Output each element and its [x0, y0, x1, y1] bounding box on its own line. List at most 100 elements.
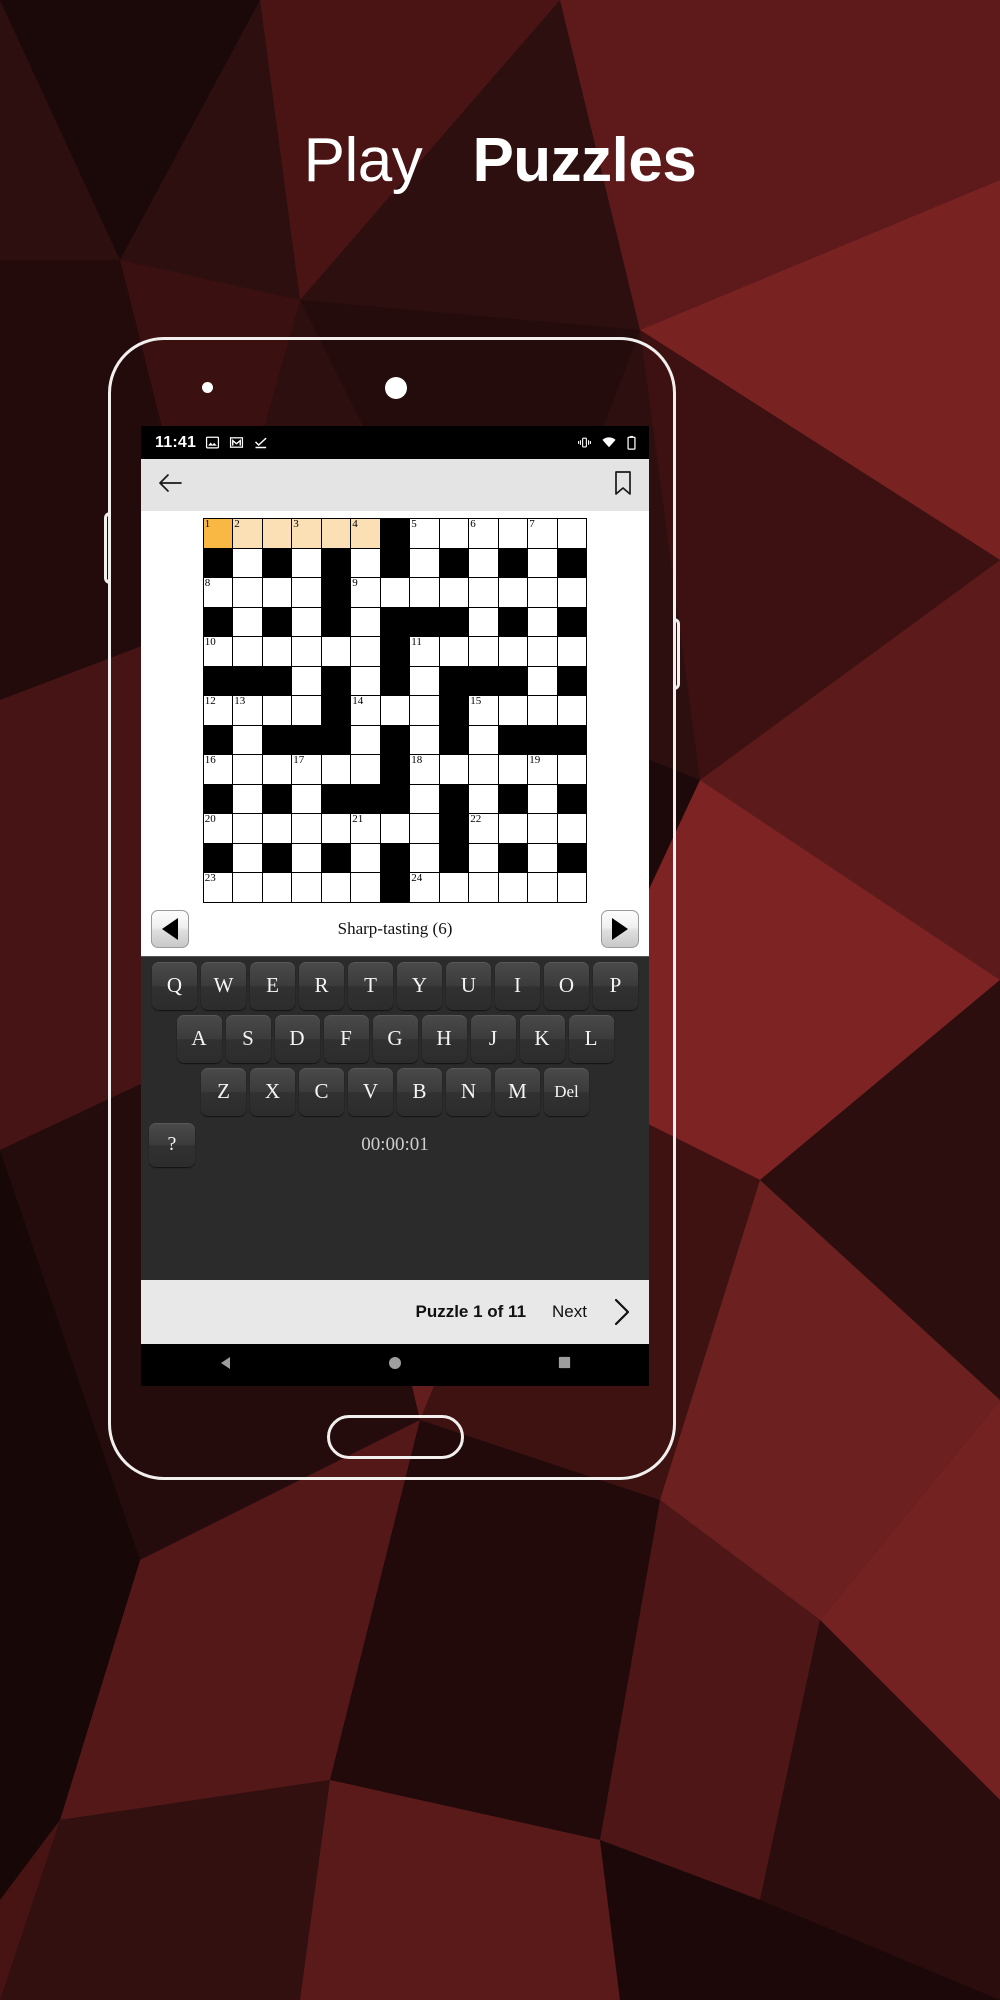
crossword-cell[interactable] — [291, 842, 322, 873]
crossword-cell[interactable] — [497, 577, 529, 608]
key-j[interactable]: J — [470, 1014, 516, 1063]
crossword-cell[interactable] — [350, 872, 381, 903]
crossword-cell[interactable] — [291, 783, 322, 814]
key-d[interactable]: D — [274, 1014, 320, 1063]
key-z[interactable]: Z — [201, 1067, 246, 1116]
key-m[interactable]: M — [495, 1067, 540, 1116]
key-x[interactable]: X — [250, 1067, 295, 1116]
crossword-cell[interactable] — [409, 783, 440, 814]
crossword-cell[interactable] — [497, 872, 529, 903]
crossword-cell[interactable] — [468, 754, 499, 785]
crossword-cell[interactable] — [350, 724, 381, 755]
crossword-cell[interactable] — [261, 577, 293, 608]
crossword-cell[interactable]: 5 — [409, 518, 440, 549]
crossword-cell[interactable] — [379, 695, 411, 726]
crossword-cell[interactable] — [409, 842, 440, 873]
crossword-cell[interactable] — [261, 636, 293, 667]
crossword-cell[interactable]: 4 — [350, 518, 381, 549]
crossword-cell[interactable] — [556, 577, 588, 608]
nav-back-icon[interactable] — [218, 1355, 234, 1376]
key-l[interactable]: L — [568, 1014, 614, 1063]
crossword-cell[interactable]: 12 — [202, 695, 234, 726]
crossword-cell[interactable]: 16 — [202, 754, 234, 785]
crossword-cell[interactable] — [350, 606, 381, 637]
crossword-cell[interactable] — [320, 754, 352, 785]
crossword-cell[interactable] — [232, 783, 263, 814]
key-t[interactable]: T — [348, 961, 393, 1010]
crossword-cell[interactable] — [291, 636, 322, 667]
crossword-cell[interactable]: 1 — [202, 518, 234, 549]
crossword-cell[interactable] — [232, 577, 263, 608]
key-v[interactable]: V — [348, 1067, 393, 1116]
crossword-cell[interactable] — [232, 842, 263, 873]
crossword-cell[interactable]: 6 — [468, 518, 499, 549]
crossword-cell[interactable] — [527, 665, 558, 696]
crossword-cell[interactable] — [291, 813, 322, 844]
crossword-cell[interactable] — [556, 695, 588, 726]
crossword-cell[interactable] — [468, 636, 499, 667]
crossword-cell[interactable] — [527, 813, 558, 844]
crossword-cell[interactable] — [320, 813, 352, 844]
crossword-cell[interactable] — [232, 547, 263, 578]
crossword-cell[interactable]: 3 — [291, 518, 322, 549]
crossword-cell[interactable]: 15 — [468, 695, 499, 726]
crossword-cell[interactable] — [379, 813, 411, 844]
crossword-cell[interactable]: 2 — [232, 518, 263, 549]
crossword-cell[interactable] — [261, 695, 293, 726]
crossword-cell[interactable]: 22 — [468, 813, 499, 844]
key-n[interactable]: N — [446, 1067, 491, 1116]
crossword-cell[interactable] — [556, 518, 588, 549]
crossword-cell[interactable] — [379, 577, 411, 608]
key-a[interactable]: A — [176, 1014, 222, 1063]
crossword-cell[interactable] — [232, 872, 263, 903]
crossword-cell[interactable] — [291, 695, 322, 726]
crossword-cell[interactable] — [527, 547, 558, 578]
crossword-grid[interactable]: 1 2 3 4 5 6 7 8 9 10 11 12 13 14 15 16 17 18 19 20 21 22 23 24 — [202, 518, 588, 903]
crossword-cell[interactable] — [320, 636, 352, 667]
crossword-cell[interactable] — [232, 724, 263, 755]
crossword-cell[interactable] — [438, 577, 470, 608]
bookmark-icon[interactable] — [613, 470, 633, 501]
crossword-cell[interactable] — [527, 695, 558, 726]
crossword-cell[interactable] — [468, 842, 499, 873]
crossword-cell[interactable] — [291, 872, 322, 903]
crossword-cell[interactable] — [232, 606, 263, 637]
crossword-cell[interactable] — [497, 636, 529, 667]
crossword-cell[interactable] — [232, 754, 263, 785]
crossword-cell[interactable] — [497, 813, 529, 844]
next-clue-arrow-icon[interactable] — [601, 910, 639, 948]
next-puzzle-label[interactable]: Next — [552, 1302, 587, 1322]
crossword-cell[interactable]: 14 — [350, 695, 381, 726]
nav-recents-icon[interactable] — [557, 1355, 572, 1375]
key-g[interactable]: G — [372, 1014, 418, 1063]
crossword-cell[interactable] — [527, 636, 558, 667]
key-w[interactable]: W — [201, 961, 246, 1010]
key-c[interactable]: C — [299, 1067, 344, 1116]
chevron-right-icon[interactable] — [613, 1297, 631, 1327]
crossword-cell[interactable] — [320, 518, 352, 549]
crossword-cell[interactable] — [438, 754, 470, 785]
key-e[interactable]: E — [250, 961, 295, 1010]
crossword-cell[interactable]: 19 — [527, 754, 558, 785]
crossword-cell[interactable] — [291, 665, 322, 696]
key-h[interactable]: H — [421, 1014, 467, 1063]
crossword-cell[interactable]: 8 — [202, 577, 234, 608]
nav-home-icon[interactable] — [387, 1355, 403, 1376]
crossword-cell[interactable] — [261, 872, 293, 903]
crossword-cell[interactable] — [409, 813, 440, 844]
crossword-cell[interactable] — [556, 813, 588, 844]
crossword-cell[interactable] — [527, 577, 558, 608]
crossword-cell[interactable] — [468, 872, 499, 903]
crossword-cell[interactable]: 17 — [291, 754, 322, 785]
crossword-cell[interactable] — [291, 577, 322, 608]
crossword-cell[interactable] — [556, 636, 588, 667]
key-p[interactable]: P — [593, 961, 638, 1010]
crossword-cell[interactable] — [409, 577, 440, 608]
crossword-cell[interactable]: 13 — [232, 695, 263, 726]
crossword-cell[interactable] — [468, 547, 499, 578]
crossword-cell[interactable]: 10 — [202, 636, 234, 667]
crossword-cell[interactable] — [468, 724, 499, 755]
prev-clue-arrow-icon[interactable] — [151, 910, 189, 948]
crossword-cell[interactable] — [350, 754, 381, 785]
key-r[interactable]: R — [299, 961, 344, 1010]
